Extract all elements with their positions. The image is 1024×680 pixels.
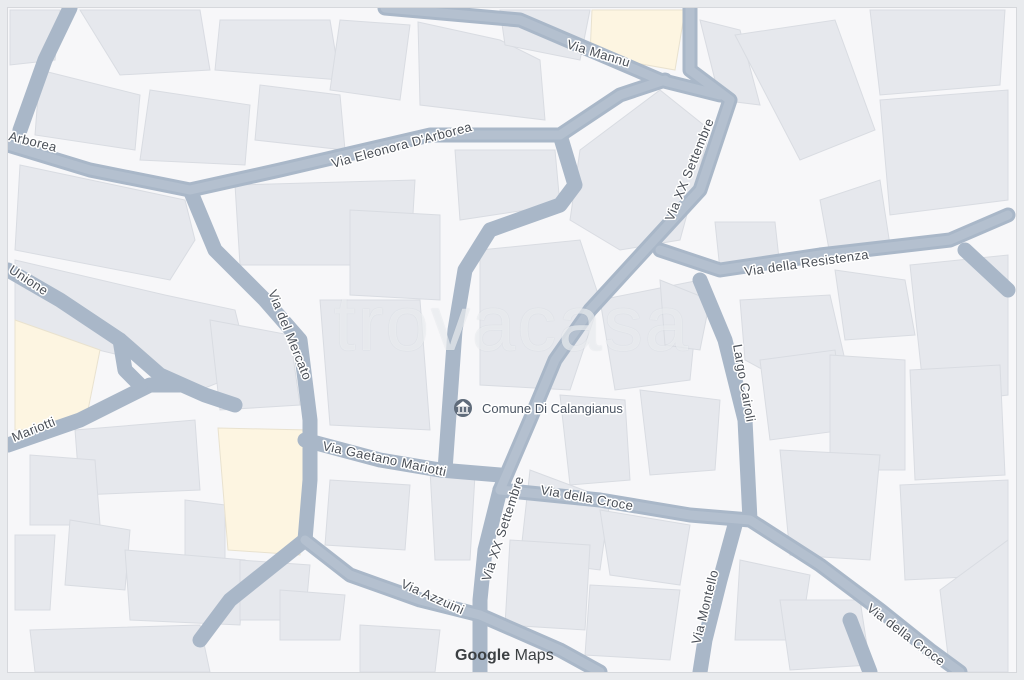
google-wordmark: Google — [455, 647, 511, 664]
poi-marker[interactable]: Comune Di Calangianus — [454, 399, 625, 418]
label-via-della-croce-right: Via della Croce — [864, 600, 948, 669]
building — [184, 499, 226, 561]
building — [584, 584, 681, 661]
building — [504, 539, 591, 631]
building — [79, 9, 211, 76]
building — [329, 19, 411, 101]
building — [29, 454, 101, 526]
building — [14, 534, 56, 611]
map-view[interactable]: Comune Di Calangianus Via Mannu Via XX S… — [8, 8, 1016, 672]
building — [359, 624, 441, 672]
building — [319, 299, 431, 431]
building — [909, 364, 1006, 481]
google-maps-logo: Google Maps — [455, 647, 554, 665]
building — [639, 389, 721, 476]
building — [214, 19, 341, 81]
label-via-gaetano-mariotti: Via Gaetano Mariotti — [321, 438, 448, 479]
building — [349, 209, 441, 301]
label-via-eleonora: Via Eleonora D'Arborea — [330, 119, 474, 171]
building — [64, 519, 131, 591]
building — [834, 269, 916, 341]
maps-wordmark: Maps — [514, 647, 554, 664]
building — [29, 624, 211, 672]
building — [879, 89, 1009, 216]
highlighted-building — [217, 427, 309, 556]
buildings-layer — [9, 9, 1009, 672]
building — [869, 9, 1006, 96]
building — [279, 589, 346, 641]
building — [324, 479, 411, 551]
building — [254, 84, 346, 151]
poi-label: Comune Di Calangianus — [482, 401, 623, 416]
building — [599, 509, 691, 586]
building — [139, 89, 251, 166]
map-canvas[interactable]: Comune Di Calangianus Via Mannu Via XX S… — [8, 8, 1016, 672]
building — [429, 469, 476, 561]
map-frame: Comune Di Calangianus Via Mannu Via XX S… — [0, 0, 1024, 680]
